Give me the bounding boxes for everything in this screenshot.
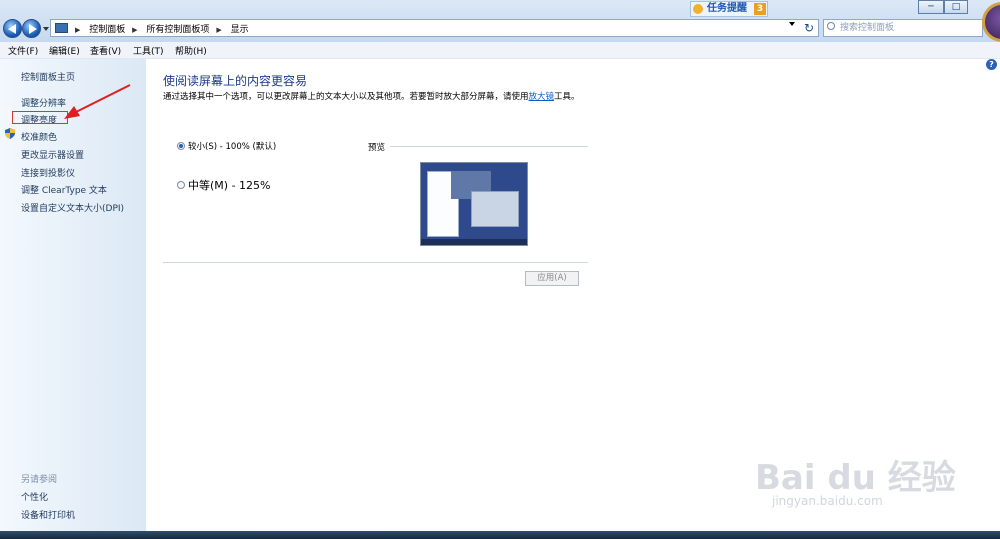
taskbar: [0, 531, 1000, 539]
preview-label: 预览: [368, 143, 386, 153]
task-reminder-label: 任务提醒: [707, 3, 747, 14]
help-icon[interactable]: ?: [986, 59, 997, 70]
radio-small[interactable]: [177, 142, 185, 150]
sidebar-item-display-settings[interactable]: 更改显示器设置: [21, 148, 84, 161]
see-also-heading: 另请参阅: [21, 475, 58, 485]
watermark-url: jingyan.baidu.com: [772, 494, 883, 508]
task-reminder-count: 3: [754, 3, 766, 15]
preview-dialog: [471, 191, 519, 227]
breadcrumb-item[interactable]: 所有控制面板项: [146, 25, 209, 35]
avatar[interactable]: [982, 2, 1000, 42]
sidebar-item-custom-dpi[interactable]: 设置自定义文本大小(DPI): [21, 201, 124, 214]
content-divider: [163, 262, 588, 263]
menu-help[interactable]: 帮助(H): [175, 44, 207, 57]
page-description: 通过选择其中一个选项，可以更改屏幕上的文本大小以及其他项。若要暂时放大部分屏幕，…: [163, 92, 580, 102]
sidebar-item-projector[interactable]: 连接到投影仪: [21, 166, 75, 179]
sidebar-item-devices-printers[interactable]: 设备和打印机: [21, 508, 75, 521]
sidebar-item-personalize[interactable]: 个性化: [21, 490, 48, 503]
sidebar-item-calibrate-color[interactable]: 校准颜色: [21, 130, 57, 143]
radio-medium[interactable]: [177, 181, 185, 189]
breadcrumb-item[interactable]: 控制面板: [89, 25, 125, 35]
preview-taskbar: [421, 239, 527, 245]
address-bar: 任务提醒 3 ─ □ ▶ 控制面板 ▶ 所有控制面板项 ▶ 显示 ↻ 搜索控制面…: [0, 0, 1000, 42]
forward-button[interactable]: [22, 19, 41, 38]
watermark-logo: Bai du 经验: [755, 458, 956, 498]
sidebar-item-home[interactable]: 控制面板主页: [21, 70, 75, 83]
sidebar: 控制面板主页 调整分辨率 调整亮度 校准颜色 更改显示器设置 连接到投影仪 调整…: [0, 59, 146, 531]
control-panel-icon: [55, 23, 68, 33]
menu-tools[interactable]: 工具(T): [133, 44, 164, 57]
back-arrow-icon: [8, 24, 16, 34]
refresh-icon[interactable]: ↻: [800, 19, 818, 37]
address-dropdown-icon[interactable]: [789, 22, 795, 26]
task-reminder-badge[interactable]: 任务提醒 3: [690, 1, 768, 17]
breadcrumb-item[interactable]: 显示: [231, 25, 249, 35]
menu-bar: 文件(F) 编辑(E) 查看(V) 工具(T) 帮助(H): [0, 42, 1000, 59]
menu-edit[interactable]: 编辑(E): [49, 44, 80, 57]
option-medium-label[interactable]: 中等(M) - 125%: [188, 177, 270, 193]
search-input[interactable]: 搜索控制面板: [823, 19, 983, 37]
page-title: 使阅读屏幕上的内容更容易: [163, 74, 308, 88]
annotation-arrow-icon: [64, 84, 131, 119]
minimize-button[interactable]: ─: [918, 0, 944, 14]
search-icon: [827, 22, 835, 30]
sidebar-item-cleartype[interactable]: 调整 ClearType 文本: [21, 183, 107, 196]
menu-view[interactable]: 查看(V): [90, 44, 121, 57]
breadcrumb: ▶ 控制面板 ▶ 所有控制面板项 ▶ 显示: [75, 25, 249, 35]
maximize-button[interactable]: □: [944, 0, 968, 14]
forward-arrow-icon: [29, 24, 37, 34]
option-small-label[interactable]: 较小(S) - 100% (默认): [188, 140, 276, 152]
history-dropdown-icon[interactable]: [43, 27, 49, 31]
back-button[interactable]: [3, 19, 22, 38]
magnifier-link[interactable]: 放大镜: [529, 92, 555, 102]
menu-file[interactable]: 文件(F): [8, 44, 38, 57]
preview-divider: [390, 146, 588, 147]
smiley-icon: [693, 4, 703, 14]
shield-icon: [5, 128, 15, 139]
preview-image: [420, 162, 528, 246]
apply-button[interactable]: 应用(A): [525, 271, 579, 286]
address-field[interactable]: ▶ 控制面板 ▶ 所有控制面板项 ▶ 显示: [50, 19, 819, 37]
